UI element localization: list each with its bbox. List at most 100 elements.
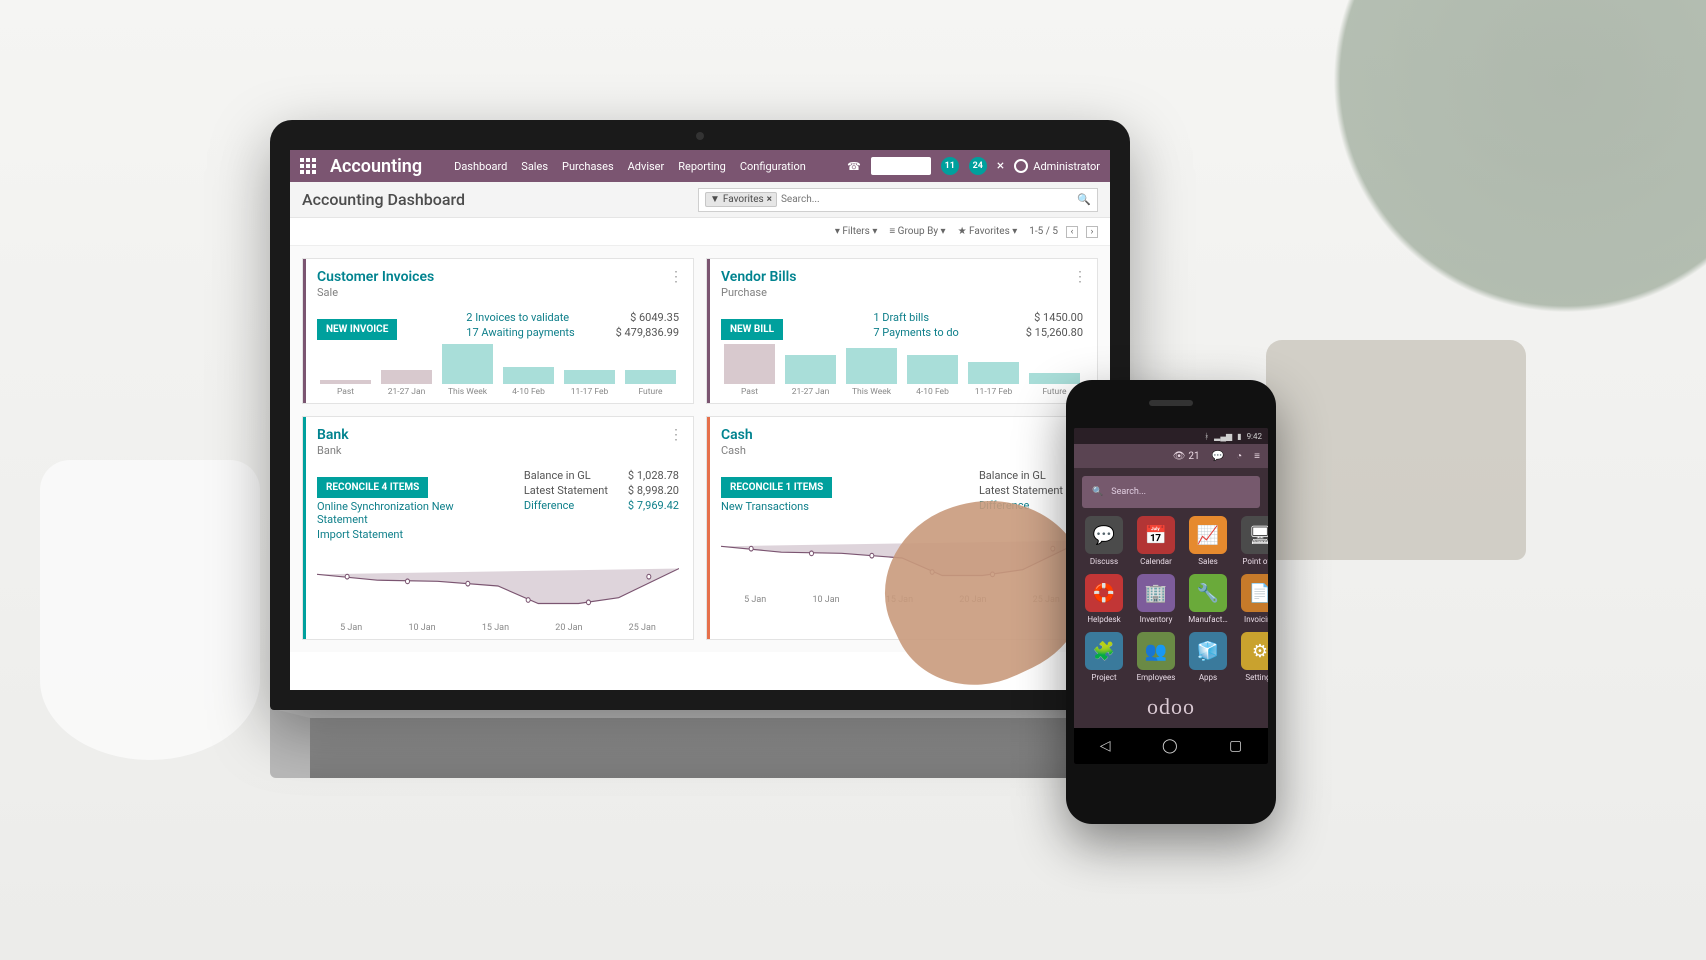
search-bar[interactable]: ▼ Favorites × 🔍 bbox=[698, 188, 1098, 212]
kv-label: Balance in GL bbox=[524, 469, 608, 482]
views-badge[interactable]: 👁 21 bbox=[1173, 451, 1200, 462]
phone-app-settings[interactable]: ⚙ Settings bbox=[1238, 632, 1268, 682]
card-value: $ 479,836.99 bbox=[616, 326, 679, 339]
phone-app-invoicing[interactable]: 📄Invoicing bbox=[1238, 574, 1268, 624]
app-icon: 🏢 bbox=[1137, 574, 1175, 612]
app-label: Settings bbox=[1238, 673, 1268, 682]
background-mug bbox=[40, 460, 260, 760]
kv-label: Balance in GL bbox=[979, 469, 1063, 482]
kv-label: Latest Statement bbox=[524, 484, 608, 497]
activities-badge[interactable]: 24 bbox=[969, 157, 987, 175]
laptop-keyboard bbox=[270, 708, 1130, 778]
phone-app-sales[interactable]: 📈 Sales bbox=[1186, 516, 1230, 566]
top-search[interactable] bbox=[871, 157, 931, 175]
app-icon: 📈 bbox=[1189, 516, 1227, 554]
user-menu[interactable]: Administrator bbox=[1014, 159, 1100, 173]
phone-icon[interactable]: ☎ bbox=[847, 160, 861, 173]
dashboard-grid: ⋮Customer InvoicesSaleNEW INVOICE2 Invoi… bbox=[290, 246, 1110, 652]
favorites-dropdown[interactable]: ★ Favorites ▾ bbox=[958, 226, 1018, 237]
phone-app-employees[interactable]: 👥Employees bbox=[1134, 632, 1178, 682]
bluetooth-icon: ᚼ bbox=[1204, 432, 1209, 441]
pager-text: 1-5 / 5 bbox=[1029, 226, 1058, 237]
card-menu-icon[interactable]: ⋮ bbox=[1073, 269, 1087, 285]
app-label: Calendar bbox=[1134, 557, 1178, 566]
recent-icon[interactable]: ▢ bbox=[1229, 738, 1242, 754]
chip-close-icon[interactable]: × bbox=[767, 194, 772, 205]
webcam-icon bbox=[696, 132, 704, 140]
phone-app-manufact[interactable]: 🔧Manufact… bbox=[1186, 574, 1230, 624]
search-input[interactable] bbox=[781, 194, 1077, 205]
bank-action-button[interactable]: RECONCILE 4 ITEMS bbox=[317, 477, 428, 498]
bills-action-button[interactable]: NEW BILL bbox=[721, 319, 783, 340]
nav-sales[interactable]: Sales bbox=[521, 160, 548, 173]
card-menu-icon[interactable]: ⋮ bbox=[669, 269, 683, 285]
nav-dashboard[interactable]: Dashboard bbox=[454, 160, 507, 173]
card-link[interactable]: 17 Awaiting payments bbox=[466, 326, 595, 339]
app-icon: 🔧 bbox=[1189, 574, 1227, 612]
card-value: $ 6049.35 bbox=[616, 311, 679, 324]
hamburger-icon[interactable]: ≡ bbox=[1254, 451, 1260, 462]
nav-adviser[interactable]: Adviser bbox=[628, 160, 665, 173]
chat-icon[interactable]: 💬 bbox=[1212, 451, 1224, 462]
phone-app-calendar[interactable]: 📅Calendar bbox=[1134, 516, 1178, 566]
card-title[interactable]: Customer Invoices bbox=[317, 269, 679, 285]
invoices-action-button[interactable]: NEW INVOICE bbox=[317, 319, 397, 340]
messages-badge[interactable]: 11 bbox=[941, 157, 959, 175]
kv-label: Difference bbox=[524, 499, 608, 512]
card-link[interactable]: Online Synchronization New Statement bbox=[317, 500, 504, 526]
card-title[interactable]: Vendor Bills bbox=[721, 269, 1083, 285]
card-menu-icon[interactable]: ⋮ bbox=[1073, 427, 1087, 443]
card-bank: ⋮BankBankRECONCILE 4 ITEMSOnline Synchro… bbox=[302, 416, 694, 640]
phone-app-apps[interactable]: 🧊 Apps bbox=[1186, 632, 1230, 682]
card-value: $ 1450.00 bbox=[1026, 311, 1083, 324]
laptop-screen: Accounting Dashboard Sales Purchases Advise… bbox=[290, 150, 1110, 690]
phone-clock: 9:42 bbox=[1247, 432, 1262, 441]
phone-app-inventory[interactable]: 🏢 Inventory bbox=[1134, 574, 1178, 624]
apps-grid-icon[interactable] bbox=[300, 158, 316, 174]
avatar-icon bbox=[1014, 159, 1028, 173]
card-subtitle: Purchase bbox=[721, 286, 1083, 299]
card-bills: ⋮Vendor BillsPurchase NEW BILL 1 Draft bil… bbox=[706, 258, 1098, 404]
card-link[interactable]: 2 Invoices to validate bbox=[466, 311, 595, 324]
card-link[interactable]: Import Statement bbox=[317, 528, 504, 541]
card-link[interactable]: 7 Payments to do bbox=[873, 326, 1005, 339]
card-link[interactable]: 1 Draft bills bbox=[873, 311, 1005, 324]
main-nav: Dashboard Sales Purchases Adviser Reporting C… bbox=[454, 160, 806, 173]
app-label: Apps bbox=[1186, 673, 1230, 682]
kv-label: Difference bbox=[979, 499, 1063, 512]
app-label: Employees bbox=[1134, 673, 1178, 682]
app-icon: 📄 bbox=[1241, 574, 1268, 612]
bolt-icon[interactable]: ◔ bbox=[1236, 451, 1242, 462]
favorites-chip[interactable]: ▼ Favorites × bbox=[705, 192, 777, 207]
app-label: Sales bbox=[1186, 557, 1230, 566]
pager-prev-button[interactable]: ‹ bbox=[1066, 226, 1078, 238]
filters-dropdown[interactable]: ▾ Filters ▾ bbox=[835, 226, 878, 237]
pager-next-button[interactable]: › bbox=[1086, 226, 1098, 238]
kv-value: $ 7,969.42 bbox=[628, 499, 679, 512]
laptop: Accounting Dashboard Sales Purchases Advise… bbox=[270, 120, 1130, 778]
close-icon[interactable]: × bbox=[997, 158, 1004, 174]
kv-value: $ 1,028.78 bbox=[628, 469, 679, 482]
search-icon[interactable]: 🔍 bbox=[1077, 193, 1091, 206]
nav-configuration[interactable]: Configuration bbox=[740, 160, 806, 173]
card-subtitle: Sale bbox=[317, 286, 679, 299]
app-title: Accounting bbox=[330, 156, 422, 177]
home-icon[interactable]: ◯ bbox=[1162, 738, 1178, 754]
groupby-dropdown[interactable]: ≡ Group By ▾ bbox=[889, 226, 945, 237]
app-icon: 🖥 bbox=[1241, 516, 1268, 554]
app-icon: 🧊 bbox=[1189, 632, 1227, 670]
user-name: Administrator bbox=[1033, 160, 1100, 173]
cash-action-button[interactable]: RECONCILE 1 ITEMS bbox=[721, 477, 832, 498]
card-invoices: ⋮Customer InvoicesSale NEW INVOICE 2 Invoi… bbox=[302, 258, 694, 404]
card-link[interactable]: New Transactions bbox=[721, 500, 959, 513]
card-title[interactable]: Cash bbox=[721, 427, 1083, 443]
card-menu-icon[interactable]: ⋮ bbox=[669, 427, 683, 443]
app-label: Inventory bbox=[1134, 615, 1178, 624]
card-value: $ 15,260.80 bbox=[1026, 326, 1083, 339]
card-title[interactable]: Bank bbox=[317, 427, 679, 443]
phone-app-pointof[interactable]: 🖥Point of … bbox=[1238, 516, 1268, 566]
app-icon: ⚙ bbox=[1241, 632, 1268, 670]
card-cash: ⋮CashCashRECONCILE 1 ITEMSNew Transactio… bbox=[706, 416, 1098, 640]
nav-purchases[interactable]: Purchases bbox=[562, 160, 614, 173]
nav-reporting[interactable]: Reporting bbox=[678, 160, 726, 173]
